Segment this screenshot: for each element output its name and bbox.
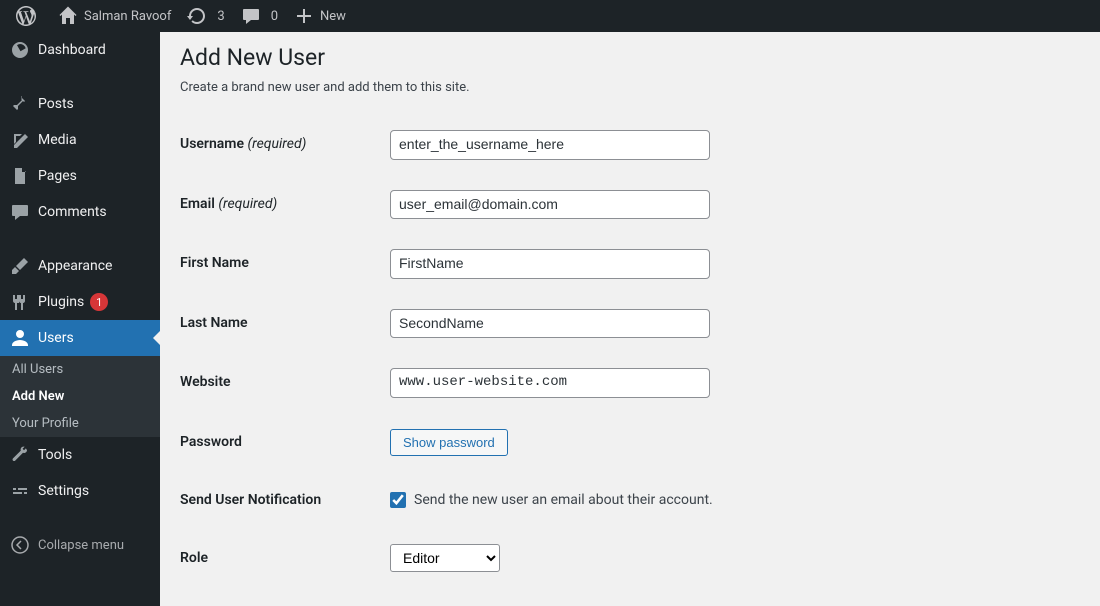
sidebar-item-users[interactable]: Users bbox=[0, 320, 160, 356]
show-password-button[interactable]: Show password bbox=[390, 429, 508, 456]
plugin-icon bbox=[10, 292, 30, 312]
sidebar-label: Plugins bbox=[38, 294, 84, 310]
collapse-icon bbox=[10, 535, 30, 555]
user-icon bbox=[10, 328, 30, 348]
update-icon bbox=[187, 6, 207, 26]
sidebar-item-dashboard[interactable]: Dashboard bbox=[0, 32, 160, 68]
last-name-input[interactable] bbox=[390, 309, 710, 339]
submenu-your-profile[interactable]: Your Profile bbox=[0, 410, 160, 437]
site-name: Salman Ravoof bbox=[84, 9, 171, 24]
sidebar-item-settings[interactable]: Settings bbox=[0, 473, 160, 509]
plus-icon bbox=[294, 6, 314, 26]
comments-link[interactable]: 0 bbox=[233, 0, 286, 32]
sidebar-item-plugins[interactable]: Plugins 1 bbox=[0, 284, 160, 320]
notification-text: Send the new user an email about their a… bbox=[414, 492, 713, 508]
main-content: Add New User Create a brand new user and… bbox=[160, 32, 1100, 606]
plugins-badge: 1 bbox=[90, 293, 108, 311]
first-name-input[interactable] bbox=[390, 249, 710, 279]
sidebar-item-appearance[interactable]: Appearance bbox=[0, 248, 160, 284]
sidebar-label: Media bbox=[38, 132, 77, 148]
sidebar-label: Appearance bbox=[38, 258, 112, 274]
collapse-menu-button[interactable]: Collapse menu bbox=[0, 527, 160, 563]
sidebar-item-comments[interactable]: Comments bbox=[0, 194, 160, 230]
first-name-label: First Name bbox=[180, 234, 380, 294]
sidebar-item-tools[interactable]: Tools bbox=[0, 437, 160, 473]
updates-count: 3 bbox=[217, 9, 224, 24]
dashboard-icon bbox=[10, 40, 30, 60]
sidebar-label: Dashboard bbox=[38, 42, 106, 58]
new-content-link[interactable]: New bbox=[286, 0, 354, 32]
wrench-icon bbox=[10, 445, 30, 465]
role-label: Role bbox=[180, 529, 380, 587]
page-subtitle: Create a brand new user and add them to … bbox=[180, 80, 1080, 95]
comments-count: 0 bbox=[271, 9, 278, 24]
sidebar-label: Pages bbox=[38, 168, 77, 184]
page-icon bbox=[10, 166, 30, 186]
sidebar-item-pages[interactable]: Pages bbox=[0, 158, 160, 194]
comment-icon bbox=[241, 6, 261, 26]
submenu-add-new[interactable]: Add New bbox=[0, 383, 160, 410]
password-label: Password bbox=[180, 413, 380, 471]
notification-label: Send User Notification bbox=[180, 471, 380, 529]
site-name-link[interactable]: Salman Ravoof bbox=[50, 0, 179, 32]
email-input[interactable] bbox=[390, 190, 710, 220]
sidebar-label: Comments bbox=[38, 204, 107, 220]
username-label: Username (required) bbox=[180, 115, 380, 175]
website-input[interactable] bbox=[390, 368, 710, 398]
page-title: Add New User bbox=[180, 44, 1080, 71]
user-form: Username (required) Email (required) Fir… bbox=[180, 115, 1080, 588]
notification-checkbox[interactable] bbox=[390, 492, 406, 508]
comment-icon bbox=[10, 202, 30, 222]
last-name-label: Last Name bbox=[180, 294, 380, 354]
sidebar-item-media[interactable]: Media bbox=[0, 122, 160, 158]
admin-bar: Salman Ravoof 3 0 New bbox=[0, 0, 1100, 32]
role-select[interactable]: Editor bbox=[390, 544, 500, 572]
website-label: Website bbox=[180, 353, 380, 413]
pin-icon bbox=[10, 94, 30, 114]
settings-icon bbox=[10, 481, 30, 501]
sidebar-label: Users bbox=[38, 330, 74, 346]
sidebar-label: Tools bbox=[38, 447, 72, 463]
sidebar-label: Settings bbox=[38, 483, 89, 499]
wordpress-icon bbox=[16, 6, 36, 26]
media-icon bbox=[10, 130, 30, 150]
wp-logo[interactable] bbox=[8, 0, 50, 32]
new-label: New bbox=[320, 9, 346, 24]
submenu-all-users[interactable]: All Users bbox=[0, 356, 160, 383]
users-submenu: All Users Add New Your Profile bbox=[0, 356, 160, 437]
home-icon bbox=[58, 6, 78, 26]
updates-link[interactable]: 3 bbox=[179, 0, 232, 32]
collapse-label: Collapse menu bbox=[38, 538, 124, 553]
brush-icon bbox=[10, 256, 30, 276]
sidebar-label: Posts bbox=[38, 96, 74, 112]
username-input[interactable] bbox=[390, 130, 710, 160]
email-label: Email (required) bbox=[180, 175, 380, 235]
notification-checkbox-label[interactable]: Send the new user an email about their a… bbox=[390, 492, 1070, 508]
sidebar-item-posts[interactable]: Posts bbox=[0, 86, 160, 122]
admin-sidebar: Dashboard Posts Media Pages Comments App… bbox=[0, 32, 160, 606]
